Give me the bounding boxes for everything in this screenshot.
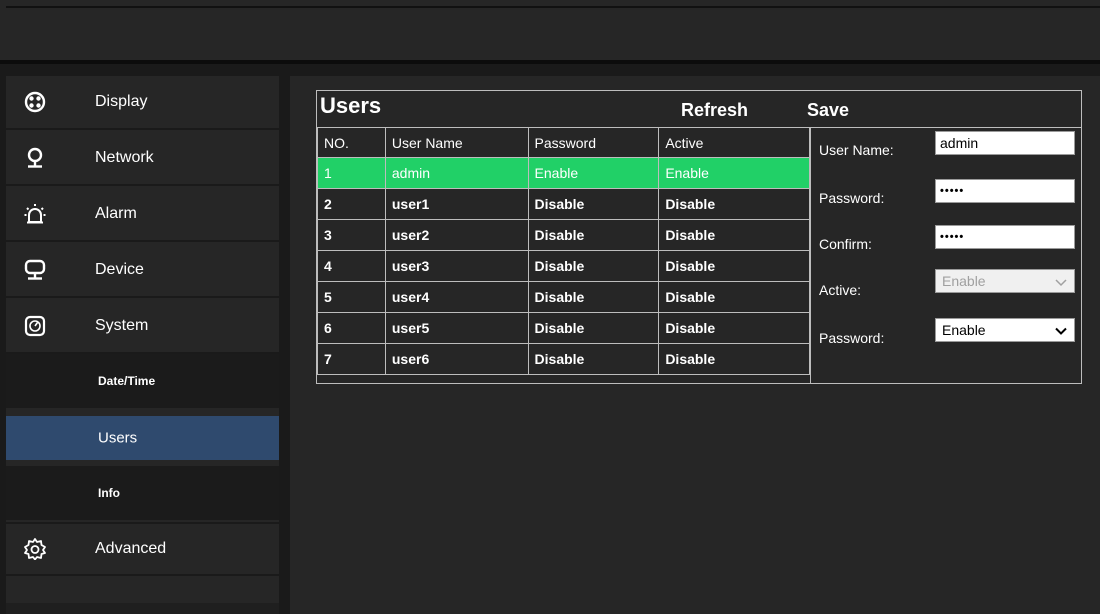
cell-username: user2 (384, 219, 529, 251)
column-header-username: User Name (384, 127, 529, 158)
sidebar-item-display[interactable]: Display (6, 76, 279, 130)
column-header-password: Password (527, 127, 660, 158)
cell-no: 5 (317, 281, 386, 313)
cell-username: user5 (384, 312, 529, 344)
username-label: User Name: (819, 142, 894, 158)
cell-no: 3 (317, 219, 386, 251)
cell-active: Disable (658, 219, 810, 251)
password-label: Password: (819, 190, 885, 206)
username-field[interactable]: admin (935, 131, 1075, 155)
cell-password: Enable (527, 157, 660, 189)
sidebar-item-label: Device (95, 261, 144, 278)
sidebar-item-label: System (95, 317, 149, 334)
cell-no: 6 (317, 312, 386, 344)
cell-username: admin (384, 157, 529, 189)
column-header-no: NO. (317, 127, 386, 158)
cell-username: user4 (384, 281, 529, 313)
sidebar-subitem-info[interactable]: Info (6, 466, 279, 520)
sidebar-item-advanced[interactable]: Advanced (6, 522, 279, 576)
top-bar-strip (6, 6, 1100, 8)
cell-no: 7 (317, 343, 386, 375)
table-row[interactable]: 3 user2 Disable Disable (317, 219, 810, 251)
save-button[interactable]: Save (807, 100, 849, 121)
cell-password: Disable (527, 281, 660, 313)
column-header-active: Active (658, 127, 810, 158)
password-enable-select[interactable]: Enable (935, 318, 1075, 342)
sidebar-subitem-label: Date/Time (98, 374, 156, 388)
cell-username: user6 (384, 343, 529, 375)
users-panel: Users Refresh Save NO. User Name Passwor… (316, 90, 1082, 384)
sidebar-item-alarm[interactable]: Alarm (6, 188, 279, 242)
alarm-icon (24, 204, 46, 224)
gear-icon (24, 538, 46, 560)
sidebar: Display Network Alarm Device System Date… (6, 76, 279, 614)
sidebar-subitem-datetime[interactable]: Date/Time (6, 354, 279, 408)
user-edit-form: User Name: admin Password: ••••• Confirm… (810, 127, 1081, 383)
table-row[interactable]: 4 user3 Disable Disable (317, 250, 810, 282)
sidebar-item-system[interactable]: System (6, 300, 279, 354)
users-table: NO. User Name Password Active 1 admin En… (317, 127, 810, 375)
sidebar-item-label: Display (95, 93, 148, 110)
sidebar-item-label: Network (95, 149, 154, 166)
password-field[interactable]: ••••• (935, 179, 1075, 203)
active-select: Enable (935, 269, 1075, 293)
cell-active: Disable (658, 343, 810, 375)
display-icon (24, 91, 46, 113)
top-bar (0, 0, 1100, 64)
cell-username: user3 (384, 250, 529, 282)
sidebar-subitem-users[interactable]: Users (6, 416, 279, 460)
page-title: Users (320, 93, 382, 118)
active-label: Active: (819, 282, 862, 298)
sidebar-item-label: Alarm (95, 205, 137, 222)
cell-active: Disable (658, 281, 810, 313)
chevron-down-icon (1055, 279, 1067, 287)
cell-no: 4 (317, 250, 386, 282)
cell-active: Enable (658, 157, 810, 189)
password-enable-select-value: Enable (942, 322, 986, 338)
cell-no: 2 (317, 188, 386, 220)
cell-password: Disable (527, 250, 660, 282)
chevron-down-icon (1055, 327, 1067, 335)
cell-password: Disable (527, 343, 660, 375)
password-enable-label: Password: (819, 330, 885, 346)
cell-active: Disable (658, 250, 810, 282)
cell-username: user1 (384, 188, 529, 220)
table-row[interactable]: 7 user6 Disable Disable (317, 343, 810, 375)
cell-password: Disable (527, 219, 660, 251)
refresh-button[interactable]: Refresh (681, 100, 748, 121)
main-content: Users Refresh Save NO. User Name Passwor… (290, 76, 1100, 614)
cell-password: Disable (527, 312, 660, 344)
table-row[interactable]: 5 user4 Disable Disable (317, 281, 810, 313)
cell-no: 1 (317, 157, 386, 189)
device-icon (24, 259, 46, 280)
cell-active: Disable (658, 188, 810, 220)
cell-password: Disable (527, 188, 660, 220)
sidebar-subitem-label: Info (98, 486, 120, 500)
table-header-row: NO. User Name Password Active (317, 127, 810, 158)
confirm-password-field[interactable]: ••••• (935, 225, 1075, 249)
system-icon (24, 315, 46, 337)
sidebar-footer (6, 603, 279, 614)
active-select-value: Enable (942, 273, 986, 289)
confirm-label: Confirm: (819, 236, 872, 252)
table-row[interactable]: 2 user1 Disable Disable (317, 188, 810, 220)
sidebar-item-label: Advanced (95, 540, 167, 557)
network-icon (27, 147, 43, 168)
sidebar-item-device[interactable]: Device (6, 244, 279, 298)
sidebar-item-network[interactable]: Network (6, 132, 279, 186)
table-row[interactable]: 6 user5 Disable Disable (317, 312, 810, 344)
sidebar-subitem-label: Users (98, 429, 138, 447)
table-row[interactable]: 1 admin Enable Enable (317, 157, 810, 189)
cell-active: Disable (658, 312, 810, 344)
